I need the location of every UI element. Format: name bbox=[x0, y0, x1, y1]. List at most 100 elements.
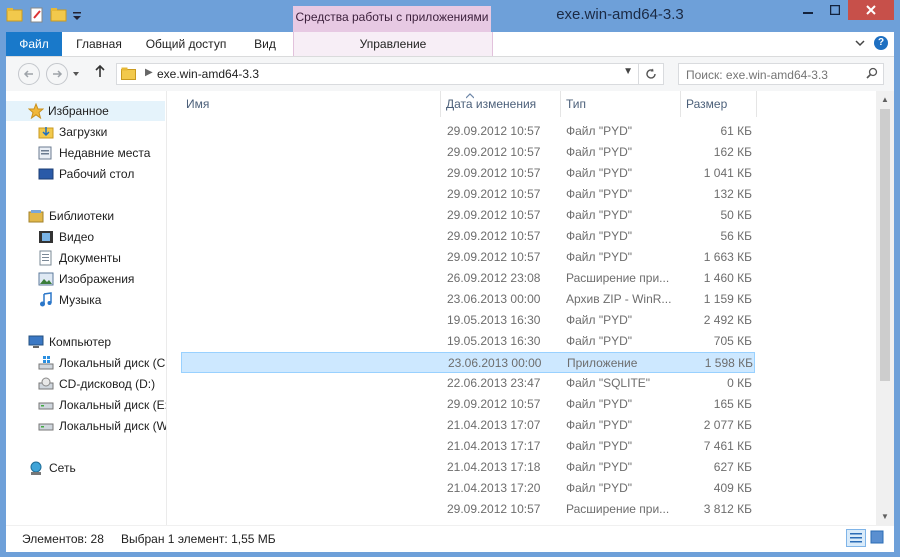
nav-favorites[interactable]: Избранное bbox=[6, 101, 165, 121]
scroll-up-icon[interactable]: ▲ bbox=[876, 91, 894, 108]
file-row[interactable]: _ssl.pyd29.09.2012 10:57Файл "PYD"1 663 … bbox=[181, 247, 755, 268]
file-row[interactable]: lxml.etree.pyd19.05.2013 16:30Файл "PYD"… bbox=[181, 310, 755, 331]
address-dropdown-icon[interactable]: ▼ bbox=[623, 66, 633, 77]
file-size: 705 КБ bbox=[713, 334, 752, 348]
file-date: 29.09.2012 10:57 bbox=[447, 145, 541, 159]
file-row[interactable]: PyQt4.QtNetwork.pyd21.04.2013 17:18Файл … bbox=[181, 457, 755, 478]
file-date: 19.05.2013 16:30 bbox=[447, 334, 541, 348]
file-row[interactable]: pyexpat.pyd29.09.2012 10:57Файл "PYD"165… bbox=[181, 394, 755, 415]
cd-drive-icon bbox=[38, 376, 54, 392]
file-type: Файл "PYD" bbox=[566, 439, 633, 453]
column-header-date[interactable]: Дата изменения bbox=[441, 91, 561, 117]
details-view-button[interactable] bbox=[846, 529, 866, 547]
window-title: exe.win-amd64-3.3 bbox=[556, 6, 684, 23]
help-icon[interactable]: ? bbox=[874, 36, 888, 50]
nav-label: Изображения bbox=[59, 272, 135, 286]
file-row[interactable]: maindb.sqlite22.06.2013 23:47Файл "SQLIT… bbox=[181, 373, 755, 394]
file-date: 29.09.2012 10:57 bbox=[447, 166, 541, 180]
close-button[interactable] bbox=[848, 0, 894, 20]
column-header-size[interactable]: Размер bbox=[681, 91, 757, 117]
status-bar: Элементов: 28 Выбран 1 элемент: 1,55 МБ bbox=[6, 525, 894, 552]
address-bar[interactable]: ▶ exe.win-amd64-3.3 ▼ bbox=[116, 63, 664, 85]
folder-icon bbox=[121, 67, 136, 80]
new-folder-icon[interactable] bbox=[50, 6, 68, 24]
properties-icon[interactable] bbox=[28, 6, 46, 24]
address-path[interactable]: exe.win-amd64-3.3 bbox=[157, 67, 259, 81]
music-icon bbox=[38, 292, 54, 308]
tab-file[interactable]: Файл bbox=[6, 32, 62, 56]
file-size: 50 КБ bbox=[720, 208, 752, 222]
file-type: Файл "PYD" bbox=[566, 250, 633, 264]
expand-ribbon-icon[interactable] bbox=[854, 36, 866, 53]
folder-icon[interactable] bbox=[6, 6, 24, 24]
file-size: 1 041 КБ bbox=[703, 166, 752, 180]
back-button[interactable] bbox=[18, 63, 40, 85]
file-date: 29.09.2012 10:57 bbox=[447, 250, 541, 264]
file-row[interactable]: PyQt4.QtCore.pyd21.04.2013 17:07Файл "PY… bbox=[181, 415, 755, 436]
nav-label: Библиотеки bbox=[49, 209, 115, 223]
column-header-type[interactable]: Тип bbox=[561, 91, 681, 117]
file-type: Приложение bbox=[567, 356, 638, 370]
tab-home[interactable]: Главная bbox=[66, 32, 132, 56]
libraries-icon bbox=[28, 208, 44, 224]
file-row[interactable]: lxml.objectify.pyd19.05.2013 16:30Файл "… bbox=[181, 331, 755, 352]
file-row[interactable]: python33.dll29.09.2012 10:57Расширение п… bbox=[181, 499, 755, 520]
file-size: 1 460 КБ bbox=[703, 271, 752, 285]
file-type: Файл "PYD" bbox=[566, 166, 633, 180]
file-row[interactable]: PyQt4.QtWebKit.pyd21.04.2013 17:20Файл "… bbox=[181, 478, 755, 499]
file-size: 165 КБ bbox=[713, 397, 752, 411]
tab-view[interactable]: Вид bbox=[240, 32, 290, 56]
file-type: Файл "PYD" bbox=[566, 145, 633, 159]
file-row[interactable]: _socket.pyd29.09.2012 10:57Файл "PYD"50 … bbox=[181, 205, 755, 226]
file-type: Файл "PYD" bbox=[566, 418, 633, 432]
search-icon[interactable] bbox=[866, 67, 878, 79]
column-header-name[interactable]: Имя bbox=[181, 91, 441, 117]
file-type: Файл "PYD" bbox=[566, 124, 633, 138]
file-date: 21.04.2013 17:07 bbox=[447, 418, 541, 432]
file-row[interactable]: main.exe23.06.2013 00:00Приложение1 598 … bbox=[181, 352, 755, 373]
nav-label: Недавние места bbox=[59, 146, 151, 160]
file-row[interactable]: _sqlite3.pyd29.09.2012 10:57Файл "PYD"56… bbox=[181, 226, 755, 247]
file-size: 0 КБ bbox=[727, 376, 752, 390]
file-date: 29.09.2012 10:57 bbox=[447, 502, 541, 516]
file-row[interactable]: _elementtree.pyd29.09.2012 10:57Файл "PY… bbox=[181, 142, 755, 163]
tab-share[interactable]: Общий доступ bbox=[136, 32, 236, 56]
pictures-icon bbox=[38, 271, 54, 287]
navigation-bar: ▶ exe.win-amd64-3.3 ▼ bbox=[6, 57, 894, 91]
window-controls bbox=[794, 0, 894, 20]
file-row[interactable]: _hashlib.pyd29.09.2012 10:57Файл "PYD"1 … bbox=[181, 163, 755, 184]
file-size: 1 159 КБ bbox=[703, 292, 752, 306]
nav-label: Локальный диск (E:) bbox=[59, 398, 167, 412]
nav-label: Загрузки bbox=[59, 125, 108, 139]
minimize-button[interactable] bbox=[794, 0, 821, 20]
nav-label: Локальный диск (C:) bbox=[59, 356, 167, 370]
desktop-icon bbox=[38, 166, 54, 182]
title-bar: Средства работы с приложениями exe.win-a… bbox=[0, 0, 900, 32]
search-box[interactable] bbox=[678, 63, 884, 85]
file-row[interactable]: PyQt4.QtGui.pyd21.04.2013 17:17Файл "PYD… bbox=[181, 436, 755, 457]
refresh-button[interactable] bbox=[638, 64, 663, 84]
vertical-scrollbar[interactable]: ▲ ▼ bbox=[876, 91, 894, 525]
maximize-button[interactable] bbox=[821, 0, 848, 20]
up-button[interactable] bbox=[94, 64, 106, 82]
forward-button[interactable] bbox=[46, 63, 68, 85]
search-input[interactable] bbox=[684, 65, 858, 85]
file-row[interactable]: _lzma.pyd29.09.2012 10:57Файл "PYD"132 К… bbox=[181, 184, 755, 205]
file-size: 627 КБ bbox=[713, 460, 752, 474]
drive-icon bbox=[38, 397, 54, 413]
file-row[interactable]: library.zip23.06.2013 00:00Архив ZIP - W… bbox=[181, 289, 755, 310]
file-row[interactable]: LIBEAY32.dll26.09.2012 23:08Расширение п… bbox=[181, 268, 755, 289]
file-row[interactable]: _bz2.pyd29.09.2012 10:57Файл "PYD"61 КБ bbox=[181, 121, 755, 142]
recent-locations-icon[interactable] bbox=[72, 67, 80, 81]
ribbon-tabs: Файл Главная Общий доступ Вид Управление… bbox=[6, 32, 894, 57]
file-date: 29.09.2012 10:57 bbox=[447, 397, 541, 411]
scroll-down-icon[interactable]: ▼ bbox=[876, 508, 894, 525]
status-item-count: Элементов: 28 bbox=[22, 532, 104, 546]
file-size: 409 КБ bbox=[713, 481, 752, 495]
large-icons-view-button[interactable] bbox=[868, 529, 888, 547]
file-type: Файл "PYD" bbox=[566, 208, 633, 222]
breadcrumb-separator-icon[interactable]: ▶ bbox=[145, 67, 153, 78]
customize-toolbar-icon[interactable] bbox=[72, 6, 82, 24]
tab-manage[interactable]: Управление bbox=[293, 32, 493, 56]
scroll-thumb[interactable] bbox=[880, 109, 890, 381]
